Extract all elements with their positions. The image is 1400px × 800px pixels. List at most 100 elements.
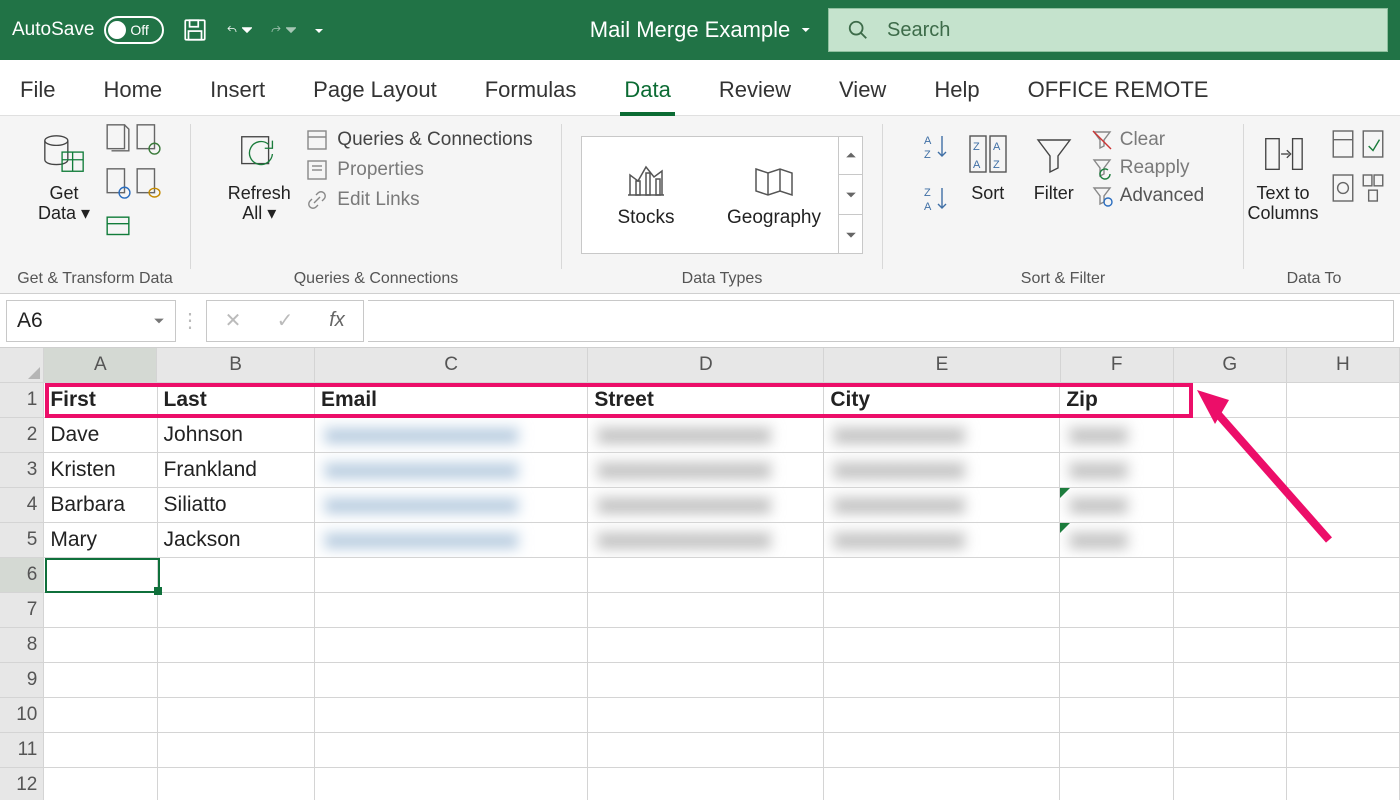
sort-desc-button[interactable]: ZA [922, 184, 952, 218]
from-table-icon[interactable] [105, 166, 131, 206]
cell-A7[interactable] [44, 593, 157, 628]
cell-C1[interactable]: Email [315, 383, 588, 418]
cell-F7[interactable] [1060, 593, 1173, 628]
col-header-C[interactable]: C [315, 348, 589, 383]
stocks-button[interactable]: Stocks [582, 161, 710, 229]
cell-H11[interactable] [1287, 733, 1400, 768]
cell-C5[interactable]: xxxxxxxxxxxxxxxxxx [315, 523, 588, 558]
cell-G7[interactable] [1174, 593, 1287, 628]
cell-F12[interactable] [1060, 768, 1173, 800]
cell-C11[interactable] [315, 733, 588, 768]
cell-A9[interactable] [44, 663, 157, 698]
autosave-toggle[interactable]: AutoSave Off [12, 16, 164, 44]
text-to-columns-button[interactable]: Text toColumns [1242, 122, 1324, 228]
remove-dupes-icon[interactable] [1360, 126, 1386, 166]
row-header-10[interactable]: 10 [0, 698, 44, 733]
refresh-all-button[interactable]: RefreshAll ▾ [219, 122, 299, 228]
cell-C7[interactable] [315, 593, 588, 628]
cell-G8[interactable] [1174, 628, 1287, 663]
chevron-down-icon[interactable] [242, 25, 252, 35]
row-header-11[interactable]: 11 [0, 733, 44, 768]
cell-A6[interactable] [44, 558, 157, 593]
cell-H5[interactable] [1287, 523, 1400, 558]
get-data-button[interactable]: GetData ▾ [29, 122, 99, 228]
cell-D9[interactable] [588, 663, 824, 698]
cell-A3[interactable]: Kristen [44, 453, 157, 488]
cell-F3[interactable]: xxxxx [1060, 453, 1173, 488]
cell-B7[interactable] [158, 593, 315, 628]
data-types-gallery[interactable]: Stocks Geography [581, 136, 863, 254]
cell-C12[interactable] [315, 768, 588, 800]
cell-G2[interactable] [1174, 418, 1287, 453]
scroll-down-icon[interactable] [839, 175, 862, 215]
cell-H2[interactable] [1287, 418, 1400, 453]
cell-E8[interactable] [824, 628, 1060, 663]
cell-B11[interactable] [158, 733, 315, 768]
undo-icon[interactable] [226, 17, 252, 43]
row-header-3[interactable]: 3 [0, 453, 44, 488]
cell-H8[interactable] [1287, 628, 1400, 663]
existing-connections-icon[interactable] [105, 210, 131, 250]
gallery-scroll[interactable] [838, 136, 862, 254]
sort-asc-button[interactable]: AZ [922, 132, 952, 166]
gallery-expand-icon[interactable] [839, 215, 862, 254]
tab-page-layout[interactable]: Page Layout [307, 67, 443, 115]
cell-B4[interactable]: Siliatto [158, 488, 315, 523]
tab-home[interactable]: Home [97, 67, 168, 115]
cell-E4[interactable]: xxxxxxxxxxxx [824, 488, 1060, 523]
cell-D7[interactable] [588, 593, 824, 628]
recent-sources-icon[interactable] [135, 166, 161, 206]
cell-C4[interactable]: xxxxxxxxxxxxxxxxxx [315, 488, 588, 523]
col-header-A[interactable]: A [44, 348, 157, 383]
col-header-F[interactable]: F [1061, 348, 1174, 383]
cell-D1[interactable]: Street [588, 383, 824, 418]
cell-E7[interactable] [824, 593, 1060, 628]
cell-F2[interactable]: xxxxx [1060, 418, 1173, 453]
cell-C10[interactable] [315, 698, 588, 733]
cell-A1[interactable]: First [44, 383, 157, 418]
cell-B5[interactable]: Jackson [158, 523, 315, 558]
cell-G3[interactable] [1174, 453, 1287, 488]
cell-C8[interactable] [315, 628, 588, 663]
cell-D2[interactable]: xxxxxxxxxxxxxxxx [588, 418, 824, 453]
geography-button[interactable]: Geography [710, 161, 838, 229]
cell-E6[interactable] [824, 558, 1060, 593]
cell-F5[interactable]: xxxxx [1060, 523, 1173, 558]
tab-data[interactable]: Data [618, 67, 676, 115]
cell-E3[interactable]: xxxxxxxxxxxx [824, 453, 1060, 488]
tab-review[interactable]: Review [713, 67, 797, 115]
cell-E9[interactable] [824, 663, 1060, 698]
row-header-8[interactable]: 8 [0, 628, 44, 663]
from-text-icon[interactable] [105, 122, 131, 162]
scroll-up-icon[interactable] [839, 136, 862, 176]
row-header-9[interactable]: 9 [0, 663, 44, 698]
cell-A4[interactable]: Barbara [44, 488, 157, 523]
redo-icon[interactable] [270, 17, 296, 43]
cell-D3[interactable]: xxxxxxxxxxxxxxxx [588, 453, 824, 488]
filter-button[interactable]: Filter [1024, 122, 1084, 208]
chevron-down-icon[interactable] [286, 25, 296, 35]
col-header-B[interactable]: B [157, 348, 314, 383]
cell-B9[interactable] [158, 663, 315, 698]
cell-H12[interactable] [1287, 768, 1400, 800]
cell-G1[interactable] [1174, 383, 1287, 418]
col-header-E[interactable]: E [824, 348, 1060, 383]
cell-F11[interactable] [1060, 733, 1173, 768]
cell-B10[interactable] [158, 698, 315, 733]
cell-G4[interactable] [1174, 488, 1287, 523]
cell-H6[interactable] [1287, 558, 1400, 593]
cell-E11[interactable] [824, 733, 1060, 768]
row-header-1[interactable]: 1 [0, 383, 44, 418]
cell-D5[interactable]: xxxxxxxxxxxxxxxx [588, 523, 824, 558]
cell-A2[interactable]: Dave [44, 418, 157, 453]
save-icon[interactable] [182, 17, 208, 43]
chevron-down-icon[interactable] [800, 25, 810, 35]
cell-H3[interactable] [1287, 453, 1400, 488]
name-box[interactable]: A6 [6, 300, 176, 342]
cell-G12[interactable] [1174, 768, 1287, 800]
cell-G9[interactable] [1174, 663, 1287, 698]
col-header-H[interactable]: H [1287, 348, 1400, 383]
tab-help[interactable]: Help [928, 67, 985, 115]
qat-customize-icon[interactable] [314, 25, 328, 35]
cell-D6[interactable] [588, 558, 824, 593]
